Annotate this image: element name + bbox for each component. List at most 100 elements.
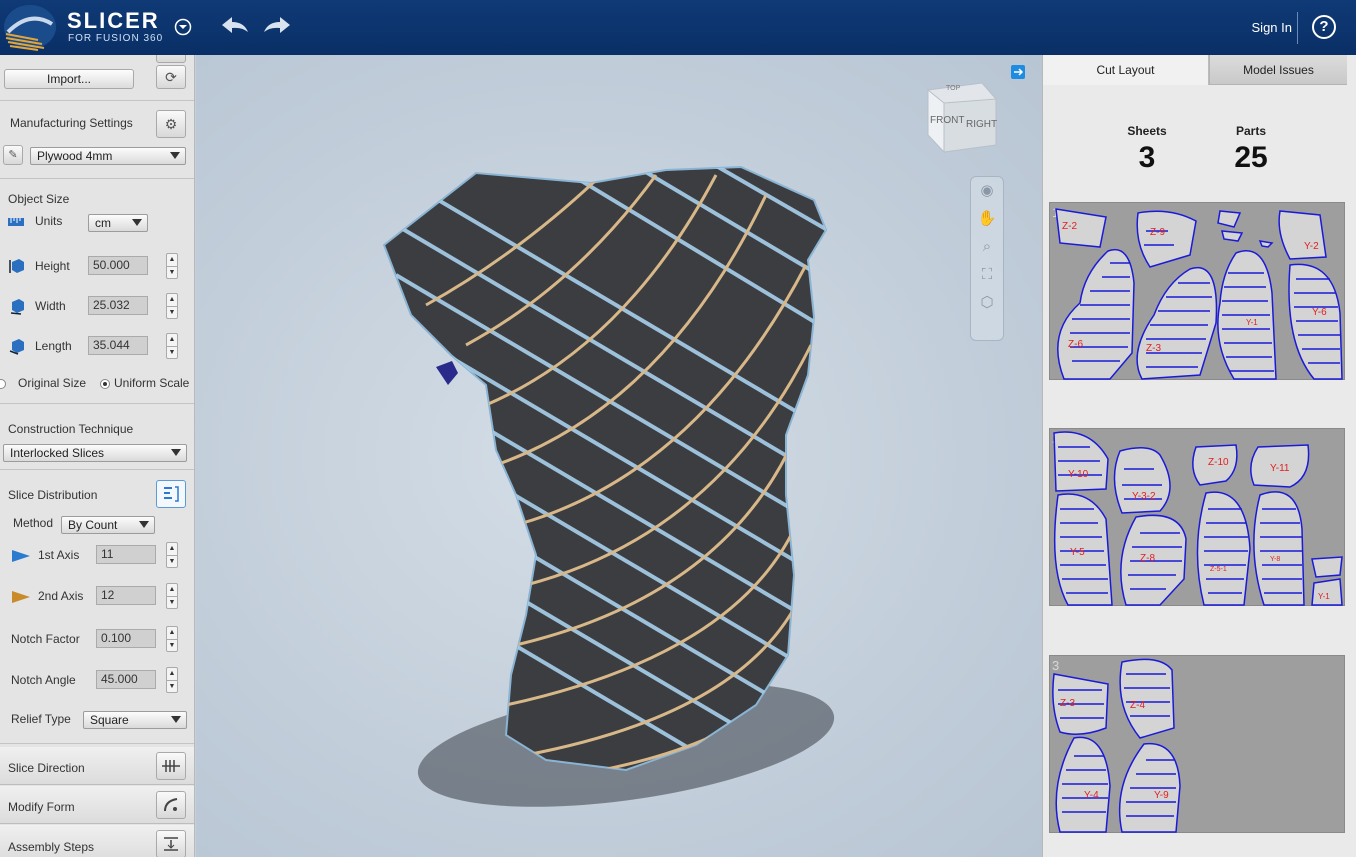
first-axis-label: 1st Axis bbox=[38, 548, 80, 562]
object-size-label: Object Size bbox=[8, 192, 70, 206]
part-label: Y-8 bbox=[1270, 556, 1280, 563]
units-ruler-icon bbox=[8, 218, 24, 226]
slice-direction-icon[interactable] bbox=[156, 752, 186, 780]
explode-cube-icon[interactable]: ⬡ bbox=[971, 289, 1003, 317]
units-label: Units bbox=[35, 214, 63, 228]
import-section: Import... ⟳ bbox=[0, 55, 194, 101]
chevron-down-icon bbox=[132, 219, 142, 226]
uniform-scale-label: Uniform Scale bbox=[114, 376, 190, 390]
width-label: Width bbox=[35, 299, 66, 313]
assembly-steps-row[interactable]: Assembly Steps bbox=[0, 825, 194, 857]
part-label: Y-1 bbox=[1318, 592, 1330, 601]
material-value: Plywood 4mm bbox=[37, 149, 113, 163]
slice-distribution-label: Slice Distribution bbox=[8, 488, 98, 502]
part-label: Y-1 bbox=[1246, 318, 1258, 327]
part-label: Z-8 bbox=[1140, 553, 1155, 564]
sheet-1[interactable]: 1 Z-2 Z-9 Y-2 Z-6 Z-3 Y-1 Y-6 bbox=[1049, 202, 1345, 380]
slice-distribution-section: Slice Distribution Method By Count 1st A… bbox=[0, 470, 194, 744]
first-axis-arrow-icon bbox=[12, 550, 30, 562]
second-axis-arrow-icon bbox=[12, 591, 30, 603]
height-label: Height bbox=[35, 259, 70, 273]
zoom-icon[interactable]: ⌕ bbox=[971, 233, 1003, 261]
part-label: Y-4 bbox=[1084, 790, 1099, 801]
top-divider bbox=[1297, 12, 1298, 44]
tab-model-issues[interactable]: Model Issues bbox=[1209, 55, 1347, 85]
sliced-model[interactable]: TOP FRONT RIGHT bbox=[196, 55, 1042, 857]
height-stepper[interactable]: ▲ ▼ bbox=[166, 253, 178, 279]
modify-form-row[interactable]: Modify Form bbox=[0, 786, 194, 824]
part-label: Z-2 bbox=[1062, 221, 1077, 232]
first-axis-stepper[interactable]: ▲ ▼ bbox=[166, 542, 178, 568]
viewcube-top-label: TOP bbox=[946, 85, 961, 92]
app-subtitle: FOR FUSION 360 bbox=[68, 33, 164, 44]
undo-icon[interactable] bbox=[220, 14, 250, 39]
notch-factor-field[interactable]: 0.100 bbox=[96, 629, 156, 648]
width-stepper[interactable]: ▲ ▼ bbox=[166, 293, 178, 319]
width-field[interactable]: 25.032 bbox=[88, 296, 148, 315]
length-stepper[interactable]: ▲ ▼ bbox=[166, 333, 178, 359]
part-label: Z-9 bbox=[1150, 227, 1165, 238]
import-button[interactable]: Import... bbox=[4, 69, 134, 89]
part-label: Z-4 bbox=[1130, 700, 1145, 711]
notch-factor-stepper[interactable]: ▲ ▼ bbox=[166, 626, 178, 652]
part-label: Z-3 bbox=[1146, 343, 1161, 354]
sheet-3[interactable]: 3 Z-3 Z-4 Y-4 Y-9 bbox=[1049, 655, 1345, 833]
pencil-icon[interactable]: ✎ bbox=[3, 145, 23, 165]
orbit-icon[interactable]: ◉ bbox=[971, 177, 1003, 205]
second-axis-field[interactable]: 12 bbox=[96, 586, 156, 605]
help-icon[interactable]: ? bbox=[1312, 15, 1336, 39]
length-cube-icon bbox=[9, 339, 24, 355]
viewcube-front-label: FRONT bbox=[930, 115, 964, 126]
top-bar: SLICER FOR FUSION 360 Sign In ? bbox=[0, 0, 1356, 55]
notch-angle-stepper[interactable]: ▲ ▼ bbox=[166, 667, 178, 693]
tab-cut-layout[interactable]: Cut Layout bbox=[1043, 55, 1209, 85]
assembly-steps-label: Assembly Steps bbox=[8, 840, 95, 854]
app-menu-chevron-icon[interactable] bbox=[174, 18, 192, 39]
sheet-2-parts: Y-10 Y-3-2 Z-10 Y-11 Y-5 Z-8 Z-5-1 Y-8 Y… bbox=[1053, 431, 1343, 606]
top-hidden-button[interactable] bbox=[156, 55, 186, 63]
height-field[interactable]: 50.000 bbox=[88, 256, 148, 275]
cut-layout-panel: Cut Layout Model Issues Sheets 3 Parts 2… bbox=[1042, 55, 1356, 857]
sheet-1-parts: Z-2 Z-9 Y-2 Z-6 Z-3 Y-1 Y-6 bbox=[1055, 208, 1343, 380]
slice-distribution-icon[interactable] bbox=[156, 480, 186, 508]
chevron-down-icon bbox=[171, 449, 181, 456]
part-label: Y-2 bbox=[1304, 241, 1319, 252]
length-label: Length bbox=[35, 339, 72, 353]
part-label: Z-6 bbox=[1068, 339, 1083, 350]
construction-select[interactable]: Interlocked Slices bbox=[3, 444, 187, 462]
part-label: Z-5-1 bbox=[1210, 566, 1227, 573]
modify-form-icon[interactable] bbox=[156, 791, 186, 819]
refresh-icon[interactable]: ⟳ bbox=[156, 65, 186, 89]
uniform-scale-radio[interactable] bbox=[100, 379, 110, 389]
notch-angle-field[interactable]: 45.000 bbox=[96, 670, 156, 689]
sheets-label: Sheets bbox=[1127, 124, 1167, 138]
sheet-2[interactable]: 2 Y-10 bbox=[1049, 428, 1345, 606]
units-select[interactable]: cm bbox=[88, 214, 148, 232]
relief-type-select[interactable]: Square bbox=[83, 711, 187, 729]
viewcube-right-label: RIGHT bbox=[966, 119, 997, 130]
original-size-radio[interactable] bbox=[0, 379, 6, 389]
sign-in-link[interactable]: Sign In bbox=[1252, 20, 1292, 35]
pan-hand-icon[interactable]: ✋ bbox=[971, 205, 1003, 233]
material-select[interactable]: Plywood 4mm bbox=[30, 147, 186, 165]
method-select[interactable]: By Count bbox=[61, 516, 155, 534]
construction-technique-label: Construction Technique bbox=[8, 422, 134, 436]
part-label: Z-3 bbox=[1060, 698, 1075, 709]
parts-count: 25 bbox=[1234, 141, 1268, 174]
method-label: Method bbox=[13, 516, 54, 530]
fit-view-icon[interactable]: ⛶ bbox=[971, 261, 1003, 289]
part-label: Y-11 bbox=[1270, 463, 1290, 474]
first-axis-field[interactable]: 11 bbox=[96, 545, 156, 564]
3d-viewport[interactable]: TOP FRONT RIGHT ◉ ✋ ⌕ ⛶ ⬡ bbox=[196, 55, 1042, 857]
slice-direction-row[interactable]: Slice Direction bbox=[0, 747, 194, 785]
construction-section: Construction Technique Interlocked Slice… bbox=[0, 404, 194, 470]
view-cube[interactable]: TOP FRONT RIGHT bbox=[927, 82, 997, 154]
length-field[interactable]: 35.044 bbox=[88, 336, 148, 355]
chevron-down-icon bbox=[171, 716, 181, 723]
assembly-steps-icon[interactable] bbox=[156, 830, 186, 857]
gear-icon[interactable]: ⚙ bbox=[156, 110, 186, 138]
second-axis-stepper[interactable]: ▲ ▼ bbox=[166, 583, 178, 609]
notch-factor-label: Notch Factor bbox=[11, 632, 80, 646]
manufacturing-settings-label: Manufacturing Settings bbox=[10, 116, 133, 130]
redo-icon[interactable] bbox=[262, 14, 292, 39]
